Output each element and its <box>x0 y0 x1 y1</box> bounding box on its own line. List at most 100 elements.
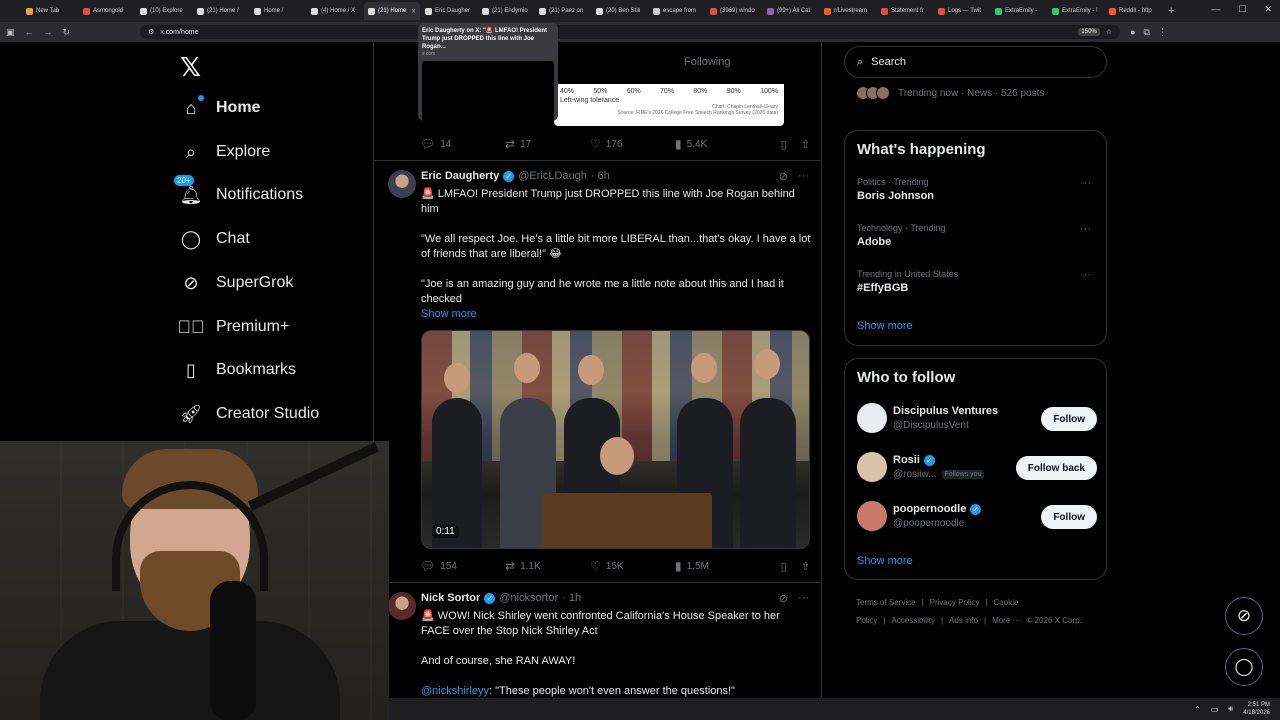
browser-tab[interactable]: (21) Home / <box>193 2 249 20</box>
volume-icon[interactable]: 🔊︎ <box>1228 704 1233 714</box>
browser-tab[interactable]: (20) Ben Stili <box>592 2 648 20</box>
bookmark-icon[interactable]: ▯ <box>781 138 787 151</box>
mention-link[interactable]: @nickshirleyy <box>421 685 489 697</box>
browser-tab[interactable]: Asmongold <box>79 2 135 20</box>
avatar[interactable] <box>857 501 887 531</box>
browser-tab[interactable]: (21) Paez on <box>535 2 591 20</box>
avatar[interactable] <box>857 403 887 433</box>
follow-back-button[interactable]: Follow back <box>1015 456 1097 480</box>
browser-tab[interactable]: Eric Daugher <box>421 2 477 20</box>
browser-tab[interactable]: ExtraEmily - <box>991 2 1047 20</box>
nav-bookmarks[interactable]: ▯ Bookmarks <box>180 359 296 381</box>
nav-notifications[interactable]: 🔔︎ 20+ Notifications <box>174 175 303 206</box>
nav-chat[interactable]: ◯ Chat <box>180 228 250 250</box>
show-more-link[interactable]: Show more <box>857 555 913 567</box>
forward-icon[interactable]: → <box>44 27 53 37</box>
tweet-video[interactable]: 0:11 <box>421 330 810 549</box>
trend-item[interactable]: Technology · Trending Adobe ··· <box>857 223 1097 248</box>
system-clock[interactable]: 2:51 PM 4/18/2026 <box>1243 701 1270 717</box>
address-bar[interactable]: ⚙ x.com/home 150% ☆ <box>140 25 1121 39</box>
footer-link[interactable]: Ads info <box>949 616 978 625</box>
like-button[interactable]: ♡ 15K <box>590 559 675 573</box>
footer-link[interactable]: Privacy Policy <box>930 598 980 607</box>
footer-link[interactable]: Terms of Service <box>856 598 916 607</box>
tweet-time[interactable]: · 1h <box>562 592 581 604</box>
reply-button[interactable]: 💬︎ 14 <box>420 137 505 151</box>
menu-icon[interactable]: ⋮ <box>1158 27 1167 38</box>
follow-button[interactable]: Follow <box>1041 505 1097 529</box>
footer-link[interactable]: © 2026 X Corp. <box>1027 616 1082 625</box>
tweet-time[interactable]: · 6h <box>591 170 610 182</box>
profile-icon[interactable]: ● <box>1130 27 1135 38</box>
grok-explain-icon[interactable]: ⊘ <box>779 170 788 183</box>
browser-tab[interactable]: Home / <box>250 2 306 20</box>
reload-icon[interactable]: ↻ <box>63 27 71 38</box>
avatar[interactable] <box>388 592 416 620</box>
grok-explain-icon[interactable]: ⊘ <box>779 592 788 605</box>
trending-now-row[interactable]: Trending now · News · 526 posts <box>856 86 1044 100</box>
views-button[interactable]: ▮ 5.4K <box>675 137 760 151</box>
search-input[interactable]: ⌕ Search <box>844 46 1107 78</box>
browser-tab[interactable]: ExtraEmily - ! <box>1048 2 1104 20</box>
more-icon[interactable]: ··· <box>798 170 809 183</box>
reply-button[interactable]: 💬︎ 154 <box>420 559 505 573</box>
more-icon[interactable]: ··· <box>1080 223 1091 235</box>
nav-premium[interactable]: ✓⃝ Premium+ <box>178 316 290 338</box>
browser-tab[interactable]: (3969) windo <box>706 2 762 20</box>
grok-button[interactable]: ⊘ <box>1225 597 1263 635</box>
close-window-icon[interactable]: ✕ <box>1264 4 1272 15</box>
browser-tab[interactable]: (10) Explore <box>136 2 192 20</box>
trend-item[interactable]: Politics · Trending Boris Johnson ··· <box>857 177 1097 202</box>
back-icon[interactable]: ← <box>25 27 34 37</box>
extensions-icon[interactable]: ⧉ <box>1144 27 1150 38</box>
follow-suggestion[interactable]: Rosii ✓ @rosiiw... Follows you Follow back <box>857 452 1097 486</box>
browser-tab[interactable]: New Tab <box>22 2 78 20</box>
messages-button[interactable]: ◯ <box>1225 648 1263 686</box>
show-more-link[interactable]: Show more <box>421 307 811 322</box>
follow-suggestion[interactable]: Discipulus Ventures @DiscipulusVent Foll… <box>857 403 1097 437</box>
avatar[interactable] <box>388 170 416 198</box>
more-icon[interactable]: ··· <box>1080 177 1091 189</box>
trend-item[interactable]: Trending in United States #EffyBGB ··· <box>857 269 1097 294</box>
network-icon[interactable]: ▭ <box>1211 705 1219 714</box>
browser-tab[interactable]: escape from <box>649 2 705 20</box>
author-name[interactable]: Eric Daugherty <box>421 170 499 182</box>
browser-tab[interactable]: (21) Endymio <box>478 2 534 20</box>
author-name[interactable]: Nick Sortor <box>421 592 480 604</box>
suggestion-name[interactable]: Rosii <box>893 454 920 466</box>
browser-tab[interactable]: (21) Home ✕ <box>364 2 420 20</box>
maximize-icon[interactable]: ☐ <box>1238 4 1246 15</box>
author-handle[interactable]: @EricLDaugh <box>518 170 587 182</box>
star-icon[interactable]: ☆ <box>1106 28 1112 36</box>
suggestion-name[interactable]: poopernoodle <box>893 503 966 515</box>
repost-button[interactable]: ⇄ 1.1K <box>505 559 590 573</box>
tray-chevron-icon[interactable]: ⌃ <box>1194 705 1201 714</box>
x-logo-icon[interactable]: 𝕏 <box>180 52 201 83</box>
browser-tab[interactable]: Statement fr <box>877 2 933 20</box>
nav-supergrok[interactable]: ⊘ SuperGrok <box>180 272 293 294</box>
follow-button[interactable]: Follow <box>1041 407 1097 431</box>
nav-home[interactable]: ⌂ Home <box>180 95 260 119</box>
repost-button[interactable]: ⇄ 17 <box>505 137 590 151</box>
author-handle[interactable]: @nicksortor <box>499 592 558 604</box>
browser-tab[interactable]: Reddit - http <box>1105 2 1161 20</box>
footer-link[interactable]: Accessibility <box>891 616 935 625</box>
more-icon[interactable]: ··· <box>1080 269 1091 281</box>
nav-explore[interactable]: ⌕ Explore <box>180 141 270 163</box>
suggestion-name[interactable]: Discipulus Ventures <box>893 405 998 417</box>
bookmark-icon[interactable]: ▯ <box>781 560 787 573</box>
site-info-icon[interactable]: ⚙ <box>148 28 154 36</box>
like-button[interactable]: ♡ 176 <box>590 137 675 151</box>
follow-suggestion[interactable]: poopernoodle ✓ @poopernoodle Follow <box>857 501 1097 535</box>
share-icon[interactable]: ⇧ <box>801 560 810 573</box>
minimize-icon[interactable]: — <box>1211 4 1220 15</box>
share-icon[interactable]: ⇧ <box>801 138 810 151</box>
nav-creator-studio[interactable]: 🚀︎ Creator Studio <box>180 403 320 425</box>
zoom-indicator[interactable]: 150% <box>1078 28 1100 36</box>
avatar[interactable] <box>857 452 887 482</box>
new-tab-button[interactable]: + <box>1168 5 1174 17</box>
more-icon[interactable]: ··· <box>798 592 809 605</box>
sidebar-toggle-icon[interactable]: ▣ <box>6 27 15 38</box>
browser-tab[interactable]: Logs — Twit <box>934 2 990 20</box>
browser-tab[interactable]: (99+) All Cat <box>763 2 819 20</box>
